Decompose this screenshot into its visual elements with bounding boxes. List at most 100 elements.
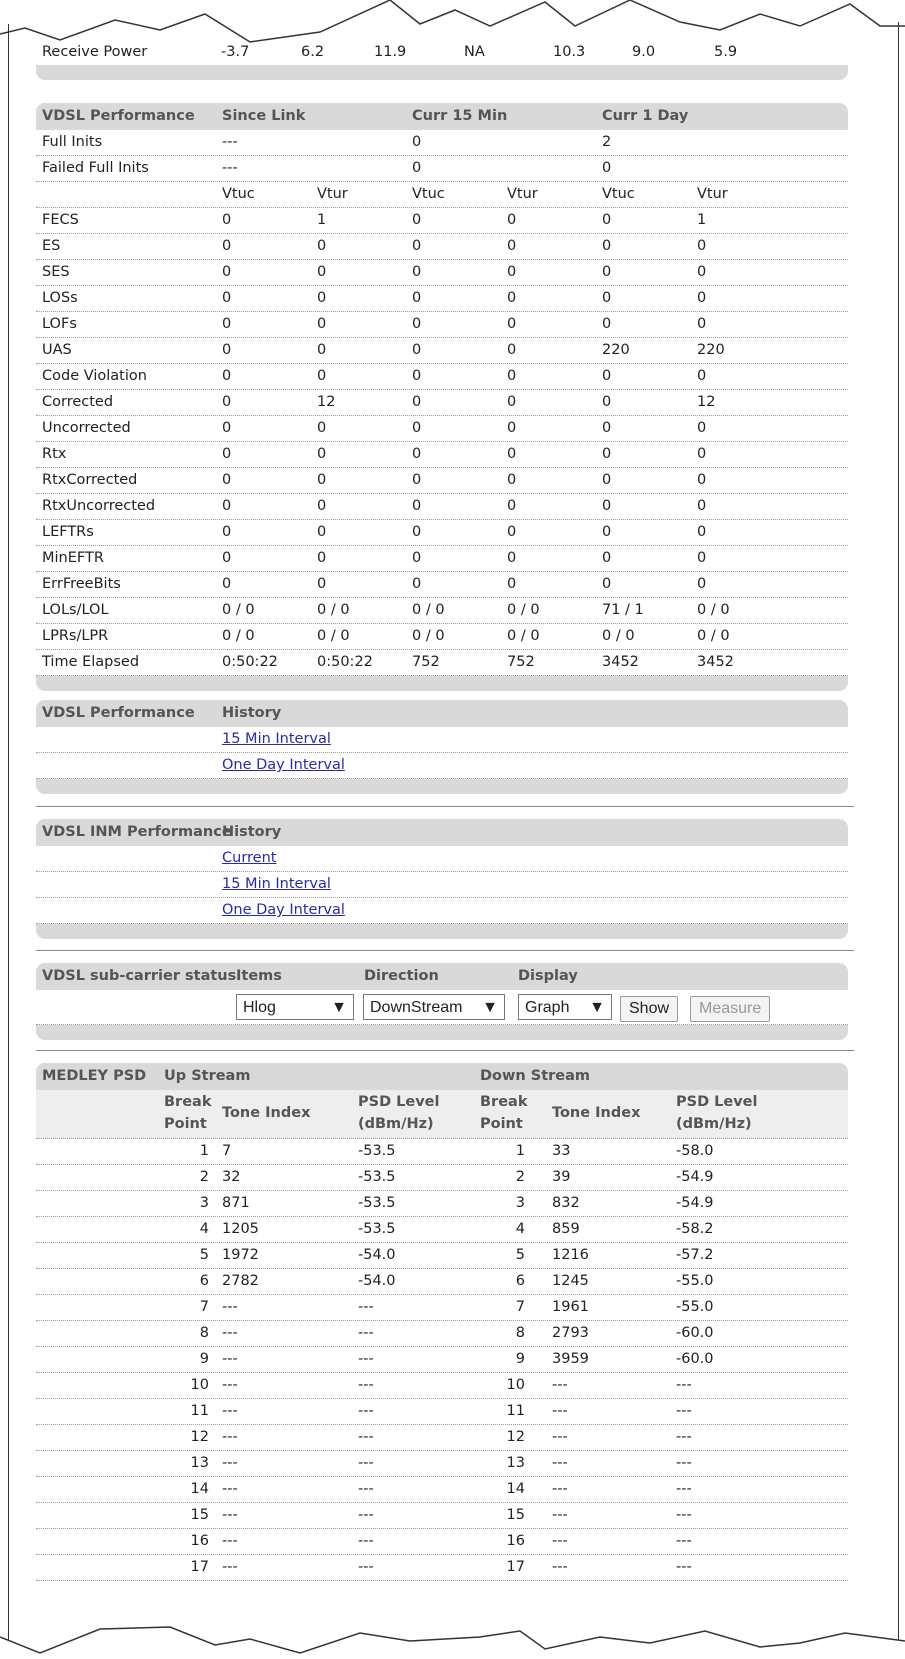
cell: 0:50:22: [222, 654, 278, 670]
break-point-cell: 10: [506, 1377, 525, 1393]
link-one-day-interval[interactable]: One Day Interval: [222, 757, 345, 773]
table-row: 6 2782 -54.0 6 1245 -55.0: [36, 1269, 848, 1295]
page-border-right: [898, 22, 899, 1649]
subheader-cell: PSD Level: [676, 1094, 758, 1110]
link-one-day-interval[interactable]: One Day Interval: [222, 902, 345, 918]
cell: 0: [222, 420, 232, 436]
table-row: UAS 0 0 0 0 220 220: [36, 338, 848, 364]
cell: 2782: [222, 1273, 259, 1289]
cell: 0: [697, 264, 707, 280]
link-15-min-interval[interactable]: 15 Min Interval: [222, 876, 331, 892]
table-row: 12 --- --- 12 --- ---: [36, 1425, 848, 1451]
table-row: Time Elapsed 0:50:22 0:50:22 752 752 3452 3452: [36, 650, 848, 676]
cell: 0: [602, 524, 612, 540]
cell: ---: [358, 1533, 374, 1549]
cell: ---: [552, 1481, 568, 1497]
cell: ---: [676, 1403, 692, 1419]
cell: ---: [358, 1481, 374, 1497]
subheader-cell: Break: [480, 1094, 528, 1110]
cell: 220: [602, 342, 630, 358]
cell: 3959: [552, 1351, 589, 1367]
cell: 0: [317, 420, 327, 436]
subheader-cell: Tone Index: [222, 1105, 311, 1121]
receive-power-panel: Receive Power -3.7 6.2 11.9 NA 10.3 9.0 …: [36, 40, 848, 80]
cell: 32: [222, 1169, 241, 1185]
cell: ---: [222, 1481, 238, 1497]
cell: 0: [697, 238, 707, 254]
cell: 0: [507, 316, 517, 332]
cell: ---: [222, 1507, 238, 1523]
panel-footer: [36, 924, 848, 939]
cell: ---: [552, 1377, 568, 1393]
cell: 752: [412, 654, 440, 670]
subcarrier-controls: Hlog ▼ DownStream ▼ Graph ▼ Show Measure: [36, 990, 848, 1025]
link-15-min-interval[interactable]: 15 Min Interval: [222, 731, 331, 747]
cell: ---: [676, 1481, 692, 1497]
break-point-cell: 13: [190, 1455, 209, 1471]
vdsl-history-header: VDSL Performance History: [36, 700, 848, 727]
cell: 2: [602, 134, 612, 150]
cell: 0: [507, 550, 517, 566]
break-point-cell: 7: [199, 1299, 209, 1315]
cell: 0:50:22: [317, 654, 373, 670]
table-row: ErrFreeBits 0 0 0 0 0 0: [36, 572, 848, 598]
cell: 0: [412, 134, 422, 150]
direction-select[interactable]: DownStream ▼: [363, 994, 505, 1020]
cell: ---: [222, 1533, 238, 1549]
link-current[interactable]: Current: [222, 850, 276, 866]
cell: -55.0: [676, 1273, 714, 1289]
row-label: SES: [42, 264, 70, 280]
show-button[interactable]: Show: [620, 996, 679, 1022]
cell: 0: [697, 290, 707, 306]
cell: 832: [552, 1195, 580, 1211]
header-cell: Display: [518, 968, 578, 984]
table-row: RtxUncorrected 0 0 0 0 0 0: [36, 494, 848, 520]
table-row: ES 0 0 0 0 0 0: [36, 234, 848, 260]
cell: ---: [358, 1403, 374, 1419]
cell: 1972: [222, 1247, 259, 1263]
break-point-cell: 15: [190, 1507, 209, 1523]
header-cell: Up Stream: [164, 1068, 251, 1084]
cell: ---: [552, 1403, 568, 1419]
cell: 1216: [552, 1247, 589, 1263]
cell: ---: [552, 1559, 568, 1575]
break-point-cell: 3: [515, 1195, 525, 1211]
subheader-cell: Vtur: [507, 186, 538, 202]
row-label: ErrFreeBits: [42, 576, 121, 592]
torn-edge-bottom: [0, 1626, 905, 1659]
cell: 0: [412, 238, 422, 254]
link-row: One Day Interval: [36, 898, 848, 924]
items-select[interactable]: Hlog ▼: [236, 994, 354, 1020]
measure-button[interactable]: Measure: [690, 996, 771, 1022]
cell: -58.0: [676, 1143, 714, 1159]
row-label: Rtx: [42, 446, 67, 462]
break-point-cell: 12: [506, 1429, 525, 1445]
cell: 871: [222, 1195, 250, 1211]
display-select[interactable]: Graph ▼: [518, 994, 612, 1020]
cell: 0: [602, 420, 612, 436]
cell: 12: [697, 394, 716, 410]
table-row: 5 1972 -54.0 5 1216 -57.2: [36, 1243, 848, 1269]
cell: ---: [222, 1455, 238, 1471]
cell: 0: [602, 316, 612, 332]
cell: 0: [317, 498, 327, 514]
row-label: ES: [42, 238, 61, 254]
break-point-cell: 16: [190, 1533, 209, 1549]
table-row: Corrected 0 12 0 0 0 12: [36, 390, 848, 416]
cell: 0: [222, 368, 232, 384]
break-point-cell: 3: [199, 1195, 209, 1211]
cell: 0: [507, 524, 517, 540]
cell: 1205: [222, 1221, 259, 1237]
cell: 0: [317, 550, 327, 566]
cell: 0 / 0: [697, 628, 730, 644]
receive-power-row: Receive Power -3.7 6.2 11.9 NA 10.3 9.0 …: [36, 40, 848, 65]
cell: 220: [697, 342, 725, 358]
inm-history-header: VDSL INM Performance History: [36, 819, 848, 846]
row-label: Code Violation: [42, 368, 147, 384]
table-row: 14 --- --- 14 --- ---: [36, 1477, 848, 1503]
break-point-cell: 7: [515, 1299, 525, 1315]
cell: 0: [507, 420, 517, 436]
panel-footer: [36, 65, 848, 80]
cell: 859: [552, 1221, 580, 1237]
cell: 0: [412, 264, 422, 280]
